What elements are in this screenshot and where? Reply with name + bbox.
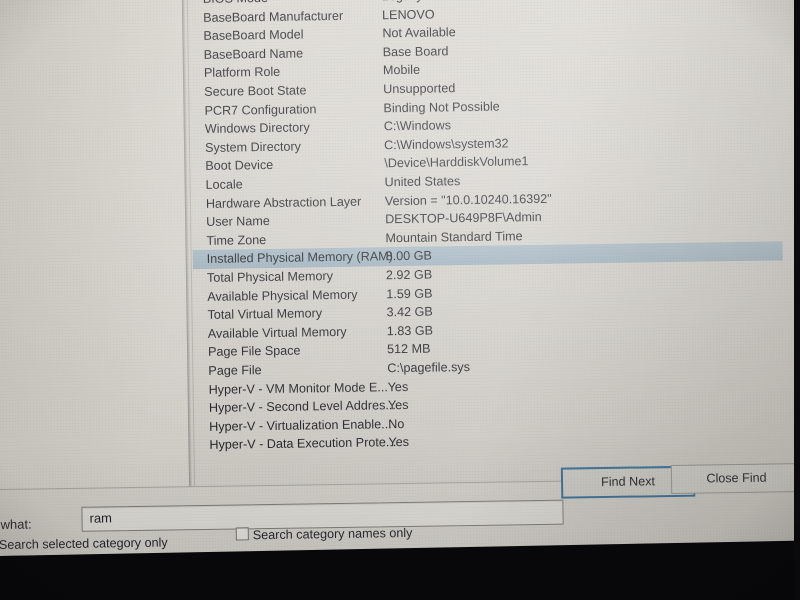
row-value: Mountain Standard Time [385, 229, 523, 246]
row-item: Page File [208, 363, 262, 378]
row-item: Hyper-V - Data Execution Prote... [209, 435, 397, 453]
row-value: Base Board [382, 44, 449, 60]
screen-bezel-right [794, 0, 800, 600]
row-item: Secure Boot State [204, 83, 307, 99]
row-item: Locale [205, 177, 243, 192]
row-item: Page File Space [207, 343, 301, 360]
search-category-names-label: Search category names only [252, 525, 413, 543]
row-value: 3.42 GB [386, 304, 433, 320]
search-selected-category-checkbox[interactable]: Search selected category only [0, 535, 168, 553]
row-value: United States [384, 174, 461, 190]
find-what-label: ind what: [0, 516, 32, 533]
row-value: Yes [387, 379, 409, 394]
row-value: Binding Not Possible [383, 99, 500, 115]
checkbox-box [235, 527, 249, 541]
laptop-screen: BIOS ModeLegacyBaseBoard ManufacturerLEN… [0, 0, 800, 567]
find-what-value: ram [89, 510, 113, 526]
row-value: 1.59 GB [386, 286, 433, 301]
row-value: LENOVO [382, 7, 435, 22]
row-item: Boot Device [205, 158, 274, 174]
row-item: User Name [206, 214, 270, 230]
row-value: No [388, 416, 405, 432]
screen-photo: BIOS ModeLegacyBaseBoard ManufacturerLEN… [0, 0, 800, 600]
row-value: Unsupported [383, 81, 456, 97]
row-item: System Directory [204, 139, 302, 155]
row-value: 512 MB [386, 341, 431, 357]
row-value: C:\Windows [383, 118, 452, 134]
category-tree-pane[interactable] [0, 0, 191, 496]
row-item: Total Physical Memory [206, 269, 334, 285]
row-value: Not Available [382, 25, 456, 41]
row-item: PCR7 Configuration [204, 101, 317, 118]
row-item: BaseBoard Model [203, 27, 304, 44]
system-information-window: BIOS ModeLegacyBaseBoard ManufacturerLEN… [0, 0, 800, 501]
row-item: Platform Role [203, 65, 281, 81]
row-value: Yes [387, 398, 409, 413]
row-value: 2.92 GB [385, 267, 433, 283]
row-value: C:\pagefile.sys [387, 360, 471, 376]
row-value: C:\Windows\system32 [383, 136, 509, 153]
row-value: 8.00 GB [385, 248, 433, 264]
close-find-button[interactable]: Close Find [670, 463, 800, 495]
row-value: Yes [388, 435, 410, 450]
search-selected-category-label: Search selected category only [0, 535, 168, 553]
row-item: Total Virtual Memory [207, 306, 323, 323]
row-item: BaseBoard Name [203, 46, 304, 62]
row-item: Time Zone [206, 232, 267, 248]
row-value: Mobile [382, 63, 421, 78]
row-value: 1.83 GB [386, 323, 434, 339]
details-list[interactable]: BIOS ModeLegacyBaseBoard ManufacturerLEN… [189, 0, 800, 489]
row-item: Windows Directory [204, 120, 310, 137]
search-category-names-checkbox[interactable]: Search category names only [235, 525, 413, 543]
